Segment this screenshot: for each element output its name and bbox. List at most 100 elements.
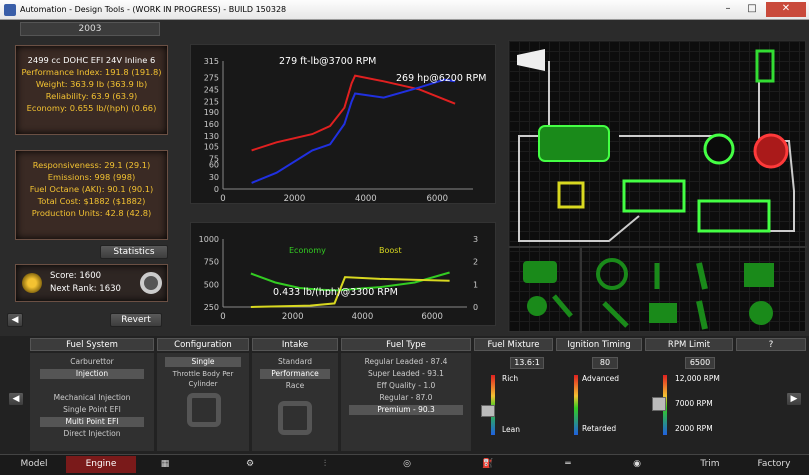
fuel-system-option[interactable]: Carburettor (40, 357, 144, 367)
engine-check-icon[interactable] (523, 261, 557, 283)
y-tick-label: 500 (204, 280, 219, 289)
fuel-type-header: Fuel Type (341, 338, 471, 351)
wrench-icon[interactable] (602, 301, 629, 328)
rpm-lock-icon[interactable] (652, 397, 666, 411)
maximize-button[interactable]: □ (740, 2, 764, 17)
engine-schematic (509, 49, 807, 333)
exhaust-manifold-icon[interactable] (697, 199, 771, 233)
help-header[interactable]: ? (736, 338, 806, 351)
intercooler-icon[interactable] (538, 125, 610, 162)
y2-tick-label: 0 (473, 303, 478, 312)
fuel-type-option[interactable]: Super Leaded - 93.1 (349, 369, 463, 379)
intake-area: Standard Performance Race (252, 353, 338, 451)
prev-arrow-button[interactable]: ◀ (7, 313, 23, 327)
configuration-option[interactable]: Single (165, 357, 241, 367)
nav-crank-icon[interactable]: ⚙ (235, 456, 265, 473)
nav-engine[interactable]: Engine (66, 456, 136, 473)
x-tick-label: 4000 (355, 194, 377, 204)
window-titlebar: Automation - Design Tools - (WORK IN PRO… (0, 0, 809, 20)
revert-button[interactable]: Revert (110, 313, 162, 327)
crankshaft-icon[interactable] (696, 300, 708, 330)
fuel-mixture-header: Fuel Mixture (474, 338, 553, 351)
ignition-timing-header: Ignition Timing (556, 338, 642, 351)
engine-damage-icon[interactable] (527, 296, 547, 316)
rpm-limit-area: 6500 12,000 RPM 7000 RPM 2000 RPM (645, 353, 733, 451)
fuel-system-option[interactable]: Injection (40, 369, 144, 379)
emissions-stat: Emissions: 998 (998) (47, 172, 136, 182)
year-tab[interactable]: 2003 (20, 22, 160, 36)
piston-rings-icon[interactable] (749, 301, 773, 325)
fuel-type-option[interactable]: Regular - 87.0 (349, 393, 463, 403)
lean-label: Lean (502, 425, 521, 434)
score-panel: Score: 1600 Next Rank: 1630 (15, 264, 168, 302)
x-tick-label: 4000 (352, 312, 374, 322)
air-filter-icon[interactable] (517, 49, 545, 71)
lock-icon (278, 401, 312, 435)
nav-turbo-icon[interactable]: ◎ (392, 456, 422, 473)
nav-valvetrain-icon[interactable]: ⫶ (310, 456, 340, 473)
nav-factory[interactable]: Factory (744, 456, 804, 473)
x-tick-label: 6000 (421, 312, 443, 322)
fuel-type-option[interactable]: Premium - 90.3 (349, 405, 463, 415)
engine-name: 2499 cc DOHC EFI 24V Inline 6 (27, 55, 156, 65)
peak-torque-label: 279 ft-lb@3700 RPM (279, 56, 376, 67)
x-tick-label: 2000 (284, 194, 306, 204)
advanced-label: Advanced (582, 374, 620, 383)
intake-option[interactable]: Performance (260, 369, 330, 379)
fuel-type-option[interactable]: Eff Quality - 1.0 (349, 381, 463, 391)
close-button[interactable]: ✕ (766, 2, 806, 17)
y-tick-label: 315 (204, 57, 219, 66)
y-tick-label: 30 (209, 173, 219, 182)
rank-medal-icon (22, 273, 42, 293)
nav-fuel-icon[interactable]: ⛽ (468, 456, 508, 473)
fuel-mixture-area: 13.6:1 Rich Lean (474, 353, 553, 451)
fuel-system-option[interactable]: Single Point EFI (40, 405, 144, 415)
peak-power-label: 269 hp@6200 RPM (396, 73, 486, 84)
fuel-system-option[interactable]: Direct Injection (40, 429, 144, 439)
economy-stat: Economy: 0.655 lb/(hph) (0.66) (26, 103, 157, 113)
responsiveness-stat: Responsiveness: 29.1 (29.1) (32, 160, 151, 170)
y2-tick-label: 2 (473, 258, 478, 267)
y2-tick-label: 3 (473, 235, 478, 244)
minimize-button[interactable]: – (716, 2, 740, 17)
nav-test-icon[interactable]: ◉ (620, 456, 654, 473)
statistics-button[interactable]: Statistics (100, 245, 168, 259)
intake-option[interactable]: Race (260, 381, 330, 391)
y-tick-label: 75 (209, 155, 219, 164)
performance-index: Performance Index: 191.8 (191.8) (21, 67, 162, 77)
rpm-limit-value: 6500 (685, 357, 715, 369)
wastegate-icon[interactable] (557, 181, 585, 209)
fuel-mixture-slider[interactable] (481, 405, 495, 417)
fuel-type-option[interactable]: Regular Leaded - 87.4 (349, 357, 463, 367)
economy-series-label: Economy (289, 246, 326, 255)
turbo-icon[interactable] (703, 133, 789, 169)
bottom-prev-button[interactable]: ◀ (8, 392, 24, 406)
fuel-octane-stat: Fuel Octane (AKI): 90.1 (90.1) (29, 184, 154, 194)
conrod-icon[interactable] (696, 262, 708, 290)
fuel-system-option[interactable]: Mechanical Injection (40, 393, 144, 403)
tools-icon[interactable] (552, 294, 573, 318)
x-tick-label: 0 (220, 312, 225, 322)
intake-manifold-icon[interactable] (622, 179, 686, 213)
app-icon (4, 4, 16, 16)
engine-info-panel: 2499 cc DOHC EFI 24V Inline 6 Performanc… (15, 45, 168, 135)
gauge-icon[interactable] (596, 258, 628, 290)
fuel-type-area: Regular Leaded - 87.4 Super Leaded - 93.… (341, 353, 471, 451)
intake-header: Intake (252, 338, 338, 351)
fuel-system-option[interactable]: Multi Point EFI (40, 417, 144, 427)
y-tick-label: 130 (204, 132, 219, 141)
intake-option[interactable]: Standard (260, 357, 330, 367)
cylinders-icon[interactable] (649, 303, 677, 323)
bottom-next-button[interactable]: ▶ (786, 392, 802, 406)
economy-boost-chart: 250 500 750 1000 0 1 2 3 0 2000 4000 6000 Economy… (190, 222, 496, 326)
nav-block-icon[interactable]: ▦ (150, 456, 180, 473)
engine-stats-panel: Responsiveness: 29.1 (29.1) Emissions: 9… (15, 150, 168, 240)
nav-trim[interactable]: Trim (680, 456, 740, 473)
series-line-power (251, 78, 456, 184)
configuration-option[interactable]: Throttle Body Per Cylinder (165, 369, 241, 388)
throttle-body-icon[interactable] (755, 49, 775, 83)
piston-icon[interactable] (744, 263, 774, 287)
peak-economy-label: 0.433 lb/(hph)@3300 RPM (273, 287, 398, 298)
nav-model[interactable]: Model (4, 456, 64, 473)
nav-exhaust-icon[interactable]: ═ (548, 456, 588, 473)
